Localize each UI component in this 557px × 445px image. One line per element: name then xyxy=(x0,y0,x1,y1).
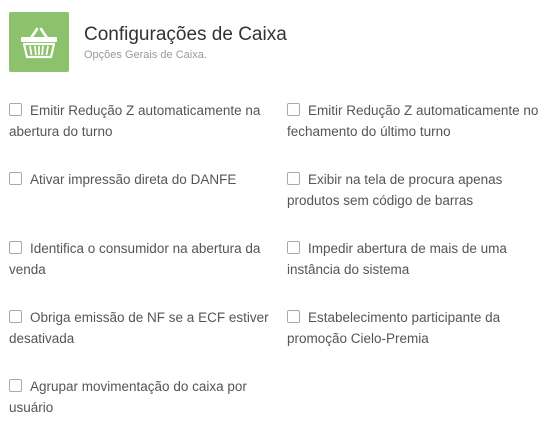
basket-icon xyxy=(9,12,69,72)
options-row: Obriga emissão de NF se a ECF estiver de… xyxy=(9,307,555,376)
option-impressao-danfe[interactable]: Ativar impressão direta do DANFE xyxy=(9,169,287,238)
checkbox[interactable] xyxy=(287,241,300,254)
checkbox[interactable] xyxy=(287,310,300,323)
checkbox[interactable] xyxy=(9,241,22,254)
option-impedir-multiplas-instancias[interactable]: Impedir abertura de mais de uma instânci… xyxy=(287,238,555,307)
options-grid: Emitir Redução Z automaticamente na aber… xyxy=(9,100,555,445)
option-label: Ativar impressão direta do DANFE xyxy=(30,172,237,187)
option-label: Impedir abertura de mais de uma instânci… xyxy=(287,241,507,277)
option-agrupar-por-usuario[interactable]: Agrupar movimentação do caixa por usuári… xyxy=(9,376,287,445)
page-title: Configurações de Caixa xyxy=(84,24,287,45)
checkbox[interactable] xyxy=(287,103,300,116)
checkbox[interactable] xyxy=(9,172,22,185)
checkbox[interactable] xyxy=(287,172,300,185)
options-row: Ativar impressão direta do DANFE Exibir … xyxy=(9,169,555,238)
checkbox[interactable] xyxy=(9,310,22,323)
option-emitir-reducao-z-fechamento[interactable]: Emitir Redução Z automaticamente no fech… xyxy=(287,100,555,169)
option-cielo-premia[interactable]: Estabelecimento participante da promoção… xyxy=(287,307,555,376)
options-row: Emitir Redução Z automaticamente na aber… xyxy=(9,100,555,169)
option-obriga-emissao-nf[interactable]: Obriga emissão de NF se a ECF estiver de… xyxy=(9,307,287,376)
checkbox[interactable] xyxy=(9,103,22,116)
option-produtos-sem-codigo[interactable]: Exibir na tela de procura apenas produto… xyxy=(287,169,555,238)
option-label: Estabelecimento participante da promoção… xyxy=(287,310,501,346)
option-label: Emitir Redução Z automaticamente na aber… xyxy=(9,103,261,139)
page-header: Configurações de Caixa Opções Gerais de … xyxy=(9,12,287,72)
checkbox[interactable] xyxy=(9,379,22,392)
option-label: Identifica o consumidor na abertura da v… xyxy=(9,241,261,277)
option-label: Agrupar movimentação do caixa por usuári… xyxy=(9,379,247,415)
page-subtitle: Opções Gerais de Caixa. xyxy=(84,49,207,61)
option-label: Obriga emissão de NF se a ECF estiver de… xyxy=(9,310,269,346)
options-row: Identifica o consumidor na abertura da v… xyxy=(9,238,555,307)
option-label: Exibir na tela de procura apenas produto… xyxy=(287,172,503,208)
options-row: Agrupar movimentação do caixa por usuári… xyxy=(9,376,555,445)
option-identifica-consumidor[interactable]: Identifica o consumidor na abertura da v… xyxy=(9,238,287,307)
option-emitir-reducao-z-abertura[interactable]: Emitir Redução Z automaticamente na aber… xyxy=(9,100,287,169)
option-label: Emitir Redução Z automaticamente no fech… xyxy=(287,103,539,139)
